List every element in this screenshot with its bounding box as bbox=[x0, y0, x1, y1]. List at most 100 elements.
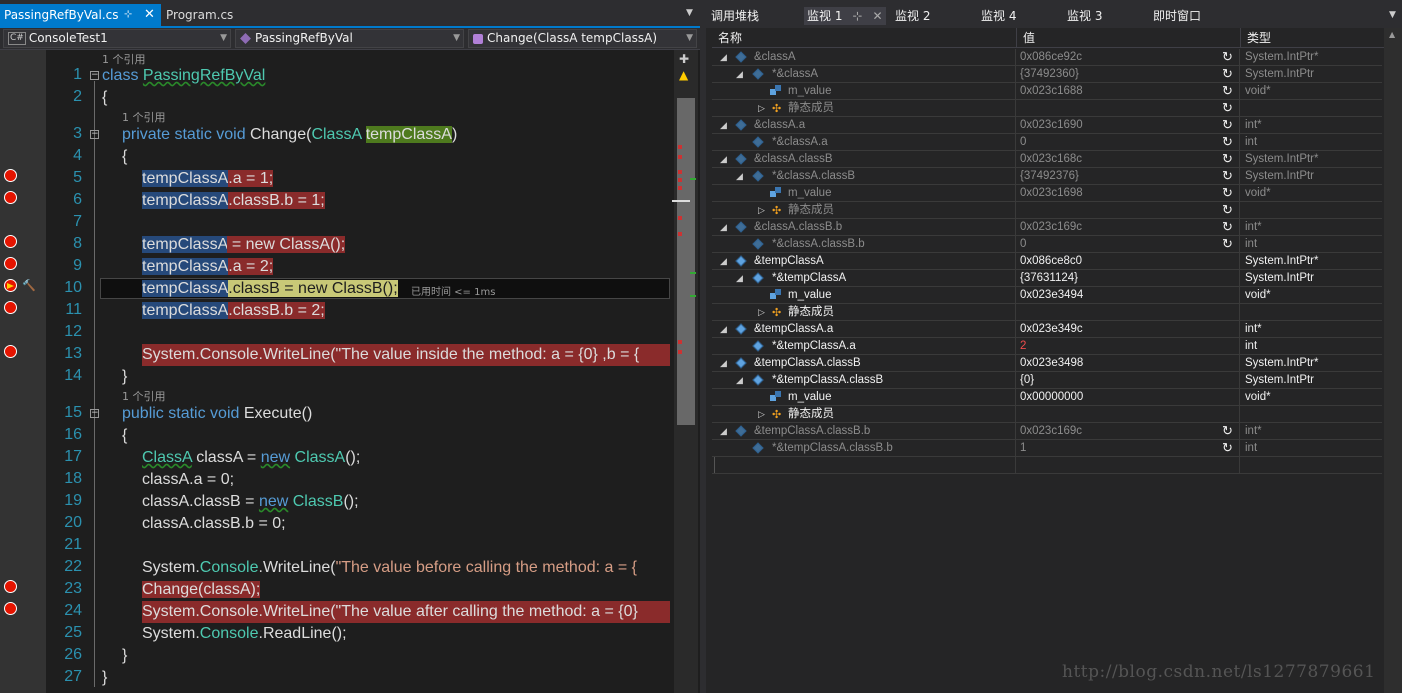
watch-scrollbar[interactable]: ▲ bbox=[1384, 28, 1402, 693]
code-line-breakpoint[interactable]: tempClassA.a = 1; bbox=[142, 168, 274, 190]
class-dropdown[interactable]: PassingRefByVal ▼ bbox=[235, 29, 464, 48]
code-line-current[interactable]: tempClassA.classB = new ClassB(); bbox=[142, 278, 398, 300]
watch-row[interactable]: ▷ ✣ 静态成员 bbox=[712, 406, 1382, 423]
tab-call-stack[interactable]: 调用堆栈 bbox=[708, 7, 762, 25]
watch-row[interactable]: ▷ ✣ 静态成员 ↻ bbox=[712, 100, 1382, 117]
breakpoint-icon[interactable] bbox=[4, 235, 17, 248]
code-line[interactable]: private static void Change(ClassA tempCl… bbox=[122, 124, 457, 146]
code-line[interactable]: } bbox=[122, 645, 127, 667]
code-lens-references[interactable]: 1 个引用 bbox=[122, 109, 166, 125]
code-line[interactable]: class PassingRefByVal bbox=[102, 65, 265, 87]
collapse-arrow-icon[interactable]: ◢ bbox=[720, 355, 727, 371]
split-window-icon[interactable]: ✚ bbox=[679, 52, 689, 66]
code-line[interactable]: System.Console.WriteLine("The value befo… bbox=[142, 557, 670, 579]
collapse-arrow-icon[interactable]: ◢ bbox=[736, 372, 743, 388]
code-line-breakpoint[interactable]: tempClassA = new ClassA(); bbox=[142, 234, 346, 256]
refresh-icon[interactable]: ↻ bbox=[1222, 185, 1233, 201]
scroll-up-icon[interactable]: ▲ bbox=[1389, 30, 1395, 39]
current-statement-arrow-icon[interactable] bbox=[4, 279, 17, 292]
code-line[interactable]: { bbox=[122, 146, 127, 168]
warning-icon[interactable]: ▲ bbox=[679, 68, 688, 82]
tab-passingrefbyval[interactable]: PassingRefByVal.cs ⊹ ✕ bbox=[0, 4, 161, 26]
watch-row[interactable]: ▷ ✣ 静态成员 ↻ bbox=[712, 202, 1382, 219]
tab-immediate-window[interactable]: 即时窗口 bbox=[1150, 7, 1204, 25]
watch-row[interactable]: ◢ *&classA {37492360} ↻ System.IntPtr bbox=[712, 66, 1382, 83]
code-line[interactable]: public static void Execute() bbox=[122, 403, 312, 425]
refresh-icon[interactable]: ↻ bbox=[1222, 100, 1233, 116]
watch-row[interactable]: m_value 0x023c1688 ↻ void* bbox=[712, 83, 1382, 100]
collapse-arrow-icon[interactable]: ◢ bbox=[736, 270, 743, 286]
watch-row[interactable]: ◢ &tempClassA 0x086ce8c0 System.IntPtr* bbox=[712, 253, 1382, 270]
project-dropdown[interactable]: C# ConsoleTest1 ▼ bbox=[3, 29, 231, 48]
collapse-icon[interactable]: − bbox=[90, 71, 99, 80]
refresh-icon[interactable]: ↻ bbox=[1222, 134, 1233, 150]
code-line[interactable]: { bbox=[122, 425, 127, 447]
collapse-icon[interactable]: − bbox=[90, 130, 99, 139]
column-header-type[interactable]: 类型 bbox=[1240, 28, 1271, 48]
add-watch-row[interactable] bbox=[712, 457, 1382, 474]
code-line[interactable]: } bbox=[102, 667, 107, 689]
collapse-arrow-icon[interactable]: ◢ bbox=[720, 253, 727, 269]
code-line[interactable]: classA.classB = new ClassB(); bbox=[142, 491, 359, 513]
breakpoint-icon[interactable] bbox=[4, 301, 17, 314]
refresh-icon[interactable]: ↻ bbox=[1222, 168, 1233, 184]
code-line-breakpoint[interactable]: Change(classA); bbox=[142, 579, 261, 601]
collapse-arrow-icon[interactable]: ◢ bbox=[720, 321, 727, 337]
collapse-arrow-icon[interactable]: ◢ bbox=[720, 151, 727, 167]
watch-row[interactable]: ▷ ✣ 静态成员 bbox=[712, 304, 1382, 321]
tab-dropdown-icon[interactable]: ▼ bbox=[1389, 10, 1396, 20]
watch-row[interactable]: ◢ *&classA.classB {37492376} ↻ System.IntP… bbox=[712, 168, 1382, 185]
collapse-arrow-icon[interactable]: ◢ bbox=[720, 117, 727, 133]
close-icon[interactable]: ✕ bbox=[144, 4, 155, 26]
watch-row[interactable]: ◢ &classA.a 0x023c1690 ↻ int* bbox=[712, 117, 1382, 134]
watch-row[interactable]: m_value 0x00000000 void* bbox=[712, 389, 1382, 406]
breakpoint-icon[interactable] bbox=[4, 580, 17, 593]
code-lens-references[interactable]: 1 个引用 bbox=[122, 388, 166, 404]
refresh-icon[interactable]: ↻ bbox=[1222, 202, 1233, 218]
pin-icon[interactable]: ⊹ bbox=[852, 9, 862, 23]
member-dropdown[interactable]: Change(ClassA tempClassA) ▼ bbox=[468, 29, 697, 48]
collapse-arrow-icon[interactable]: ◢ bbox=[736, 66, 743, 82]
perf-tip[interactable]: 已用时间 <= 1ms bbox=[411, 283, 495, 298]
tab-watch-1[interactable]: 监视 1 ⊹ ✕ bbox=[804, 7, 886, 25]
breakpoint-icon[interactable] bbox=[4, 602, 17, 615]
code-line-breakpoint[interactable]: tempClassA.classB.b = 2; bbox=[142, 300, 325, 322]
watch-row[interactable]: *&classA.a 0 ↻ int bbox=[712, 134, 1382, 151]
expand-arrow-icon[interactable]: ▷ bbox=[758, 406, 765, 422]
code-line-breakpoint[interactable]: System.Console.WriteLine("The value afte… bbox=[142, 601, 670, 623]
close-icon[interactable]: ✕ bbox=[873, 9, 883, 23]
tab-watch-4[interactable]: 监视 4 bbox=[978, 7, 1019, 25]
code-line[interactable]: } bbox=[122, 366, 127, 388]
code-line[interactable]: System.Console.ReadLine(); bbox=[142, 623, 347, 645]
collapse-arrow-icon[interactable]: ◢ bbox=[720, 219, 727, 235]
code-line[interactable]: classA.classB.b = 0; bbox=[142, 513, 286, 535]
watch-row[interactable]: ◢ &tempClassA.a 0x023e349c int* bbox=[712, 321, 1382, 338]
refresh-icon[interactable]: ↻ bbox=[1222, 117, 1233, 133]
refresh-icon[interactable]: ↻ bbox=[1222, 440, 1233, 456]
watch-row[interactable]: ◢ &tempClassA.classB.b 0x023c169c ↻ int* bbox=[712, 423, 1382, 440]
watch-row[interactable]: ◢ &classA.classB 0x023c168c ↻ System.IntPt… bbox=[712, 151, 1382, 168]
watch-row[interactable]: *&classA.classB.b 0 ↻ int bbox=[712, 236, 1382, 253]
pin-icon[interactable]: ⊹ bbox=[124, 4, 132, 26]
breakpoint-margin[interactable] bbox=[0, 50, 46, 693]
watch-row[interactable]: m_value 0x023c1698 ↻ void* bbox=[712, 185, 1382, 202]
expand-arrow-icon[interactable]: ▷ bbox=[758, 100, 765, 116]
refresh-icon[interactable]: ↻ bbox=[1222, 66, 1233, 82]
collapse-arrow-icon[interactable]: ◢ bbox=[720, 423, 727, 439]
watch-row[interactable]: ◢ &classA.classB.b 0x023c169c ↻ int* bbox=[712, 219, 1382, 236]
watch-row[interactable]: ◢ &tempClassA.classB 0x023e3498 System.In… bbox=[712, 355, 1382, 372]
watch-row[interactable]: ◢ *&tempClassA.classB {0} System.IntPtr bbox=[712, 372, 1382, 389]
code-line-breakpoint[interactable]: tempClassA.classB.b = 1; bbox=[142, 190, 325, 212]
refresh-icon[interactable]: ↻ bbox=[1222, 151, 1233, 167]
refresh-icon[interactable]: ↻ bbox=[1222, 236, 1233, 252]
watch-row[interactable]: *&tempClassA.classB.b 1 ↻ int bbox=[712, 440, 1382, 457]
breakpoint-icon[interactable] bbox=[4, 257, 17, 270]
breakpoint-icon[interactable] bbox=[4, 345, 17, 358]
tab-watch-3[interactable]: 监视 3 bbox=[1064, 7, 1105, 25]
collapse-icon[interactable]: − bbox=[90, 409, 99, 418]
code-line-breakpoint[interactable]: tempClassA.a = 2; bbox=[142, 256, 274, 278]
collapse-arrow-icon[interactable]: ◢ bbox=[736, 168, 743, 184]
refresh-icon[interactable]: ↻ bbox=[1222, 219, 1233, 235]
expand-arrow-icon[interactable]: ▷ bbox=[758, 304, 765, 320]
code-line[interactable]: { bbox=[102, 87, 107, 109]
